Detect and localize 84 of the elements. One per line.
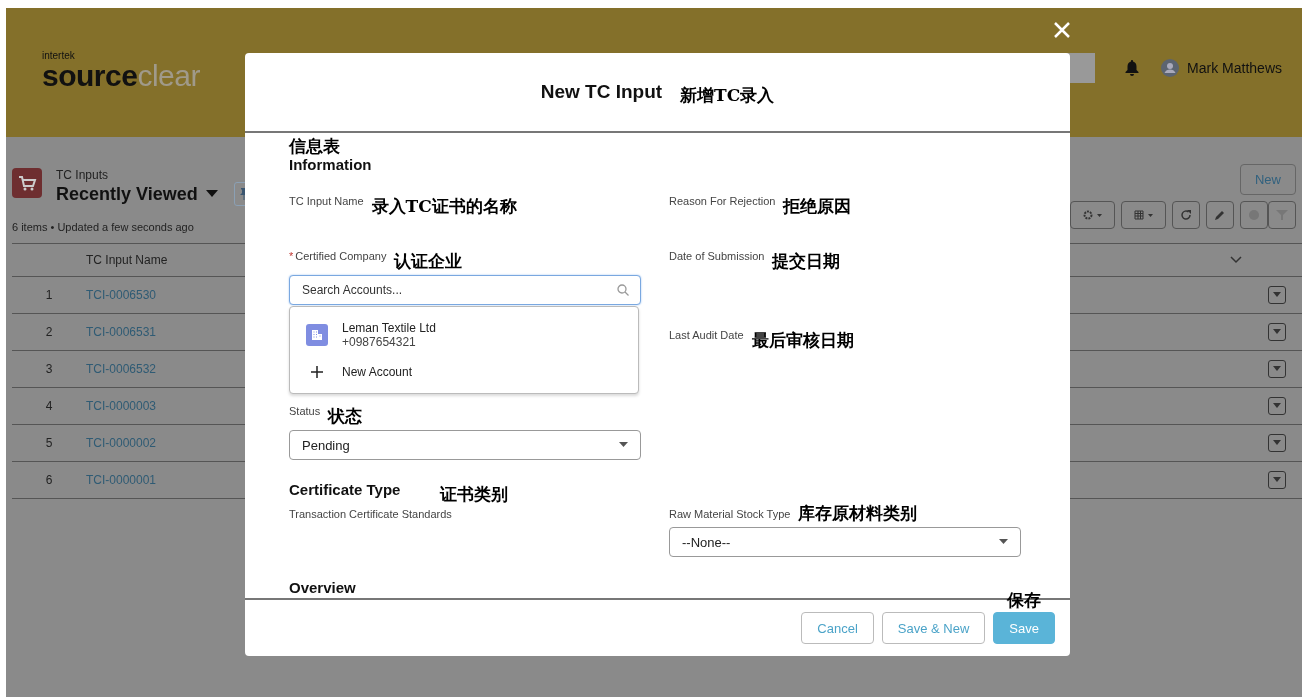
- stock-type-picklist[interactable]: --None--: [669, 527, 1021, 558]
- field-label: Transaction Certificate Standards: [289, 507, 453, 521]
- field-label: Reason For Rejection: [669, 194, 776, 208]
- logo-text: source: [42, 60, 138, 91]
- table-icon: [1133, 210, 1154, 220]
- annotation-text: 拒绝原因: [783, 195, 852, 219]
- annotation-text: 认证企业: [394, 250, 463, 274]
- record-link[interactable]: TCI-0000002: [86, 436, 157, 450]
- pencil-icon: [1214, 209, 1226, 221]
- section-heading: Certificate Type: [289, 481, 401, 499]
- field-label: Raw Material Stock Type: [669, 507, 791, 521]
- edit-button[interactable]: [1206, 201, 1234, 229]
- dropdown-option[interactable]: New Account: [290, 353, 638, 384]
- section-heading: Overview: [289, 579, 357, 597]
- dropdown-option[interactable]: Leman Textile Ltd +0987654321: [290, 317, 638, 354]
- list-summary: 6 items • Updated a few seconds ago: [12, 221, 194, 233]
- caret-icon: [999, 539, 1008, 546]
- field-label: TC Input Name: [289, 194, 364, 208]
- annotation-text: 信息表: [289, 136, 341, 157]
- logo-accent-text: clear: [137, 60, 200, 91]
- field-label: Last Audit Date: [669, 328, 744, 342]
- new-button[interactable]: New: [1240, 164, 1296, 195]
- field-label: Date of Submission: [669, 249, 765, 263]
- field-label: * Certified Company: [289, 249, 387, 263]
- field-label: Status: [289, 404, 321, 418]
- row-number: 1: [44, 288, 54, 302]
- caret-icon: [1273, 403, 1281, 409]
- caret-icon: [1273, 440, 1281, 446]
- row-action-button[interactable]: [1268, 360, 1286, 378]
- filter-button[interactable]: [1268, 201, 1296, 229]
- caret-icon: [1273, 366, 1281, 372]
- record-link[interactable]: TCI-0006530: [86, 288, 157, 302]
- search-icon: [617, 284, 629, 297]
- user-name[interactable]: Mark Matthews: [1187, 59, 1282, 76]
- record-link[interactable]: TCI-0006531: [86, 325, 157, 339]
- required-mark: *: [289, 250, 294, 263]
- row-action-button[interactable]: [1268, 471, 1286, 489]
- row-action-button[interactable]: [1268, 286, 1286, 304]
- logo-small-text: intertek: [42, 49, 76, 61]
- annotation-text: 新增TC录入: [680, 83, 775, 107]
- record-link[interactable]: TCI-0000003: [86, 399, 157, 413]
- annotation-text: 状态: [328, 405, 363, 429]
- modal-title: New TC Input: [540, 81, 663, 103]
- building-icon: [306, 324, 328, 347]
- object-name: TC Inputs: [56, 168, 110, 182]
- record-link[interactable]: TCI-0006532: [86, 362, 157, 376]
- annotation-text: 库存原材料类别: [798, 502, 918, 526]
- chart-button[interactable]: [1240, 201, 1268, 229]
- annotation-text: 最后审核日期: [751, 329, 854, 353]
- annotation-text: 录入TC证书的名称: [371, 195, 517, 219]
- row-number: 5: [44, 436, 54, 450]
- caret-icon: [1273, 292, 1281, 298]
- bell-icon[interactable]: [1125, 59, 1140, 76]
- footer-button[interactable]: Save & New: [881, 612, 986, 644]
- annotation-text: 提交日期: [772, 250, 841, 274]
- caret-icon: [1273, 477, 1281, 483]
- record-link[interactable]: TCI-0000001: [86, 473, 157, 487]
- save-button[interactable]: Save: [993, 612, 1055, 644]
- refresh-icon: [1180, 209, 1192, 221]
- close-icon[interactable]: [1054, 22, 1070, 38]
- section-heading: Information: [289, 156, 373, 174]
- footer-button[interactable]: Cancel: [801, 612, 874, 644]
- annotation-text: 证书类别: [440, 483, 509, 507]
- row-action-button[interactable]: [1268, 397, 1286, 415]
- row-action-button[interactable]: [1268, 434, 1286, 452]
- status-picklist[interactable]: Pending: [289, 430, 641, 461]
- column-header[interactable]: TC Input Name: [86, 253, 168, 267]
- annotation-text: 保存: [1007, 589, 1042, 612]
- chevron-down-icon[interactable]: [1230, 256, 1242, 264]
- row-number: 2: [44, 325, 54, 339]
- display-as-button[interactable]: [1121, 201, 1166, 229]
- caret-icon: [619, 442, 628, 449]
- caret-icon[interactable]: [205, 190, 218, 198]
- avatar-icon[interactable]: [1161, 58, 1180, 77]
- row-number: 6: [44, 473, 54, 487]
- row-number: 4: [44, 399, 54, 413]
- settings-icon: [1082, 210, 1103, 220]
- caret-icon: [1273, 329, 1281, 335]
- row-action-button[interactable]: [1268, 323, 1286, 341]
- list-view-selector[interactable]: Recently Viewed: [56, 183, 198, 205]
- search-field[interactable]: Search Accounts...: [289, 275, 641, 306]
- refresh-button[interactable]: [1172, 201, 1200, 229]
- row-number: 3: [44, 362, 54, 376]
- cart-icon: [12, 168, 42, 198]
